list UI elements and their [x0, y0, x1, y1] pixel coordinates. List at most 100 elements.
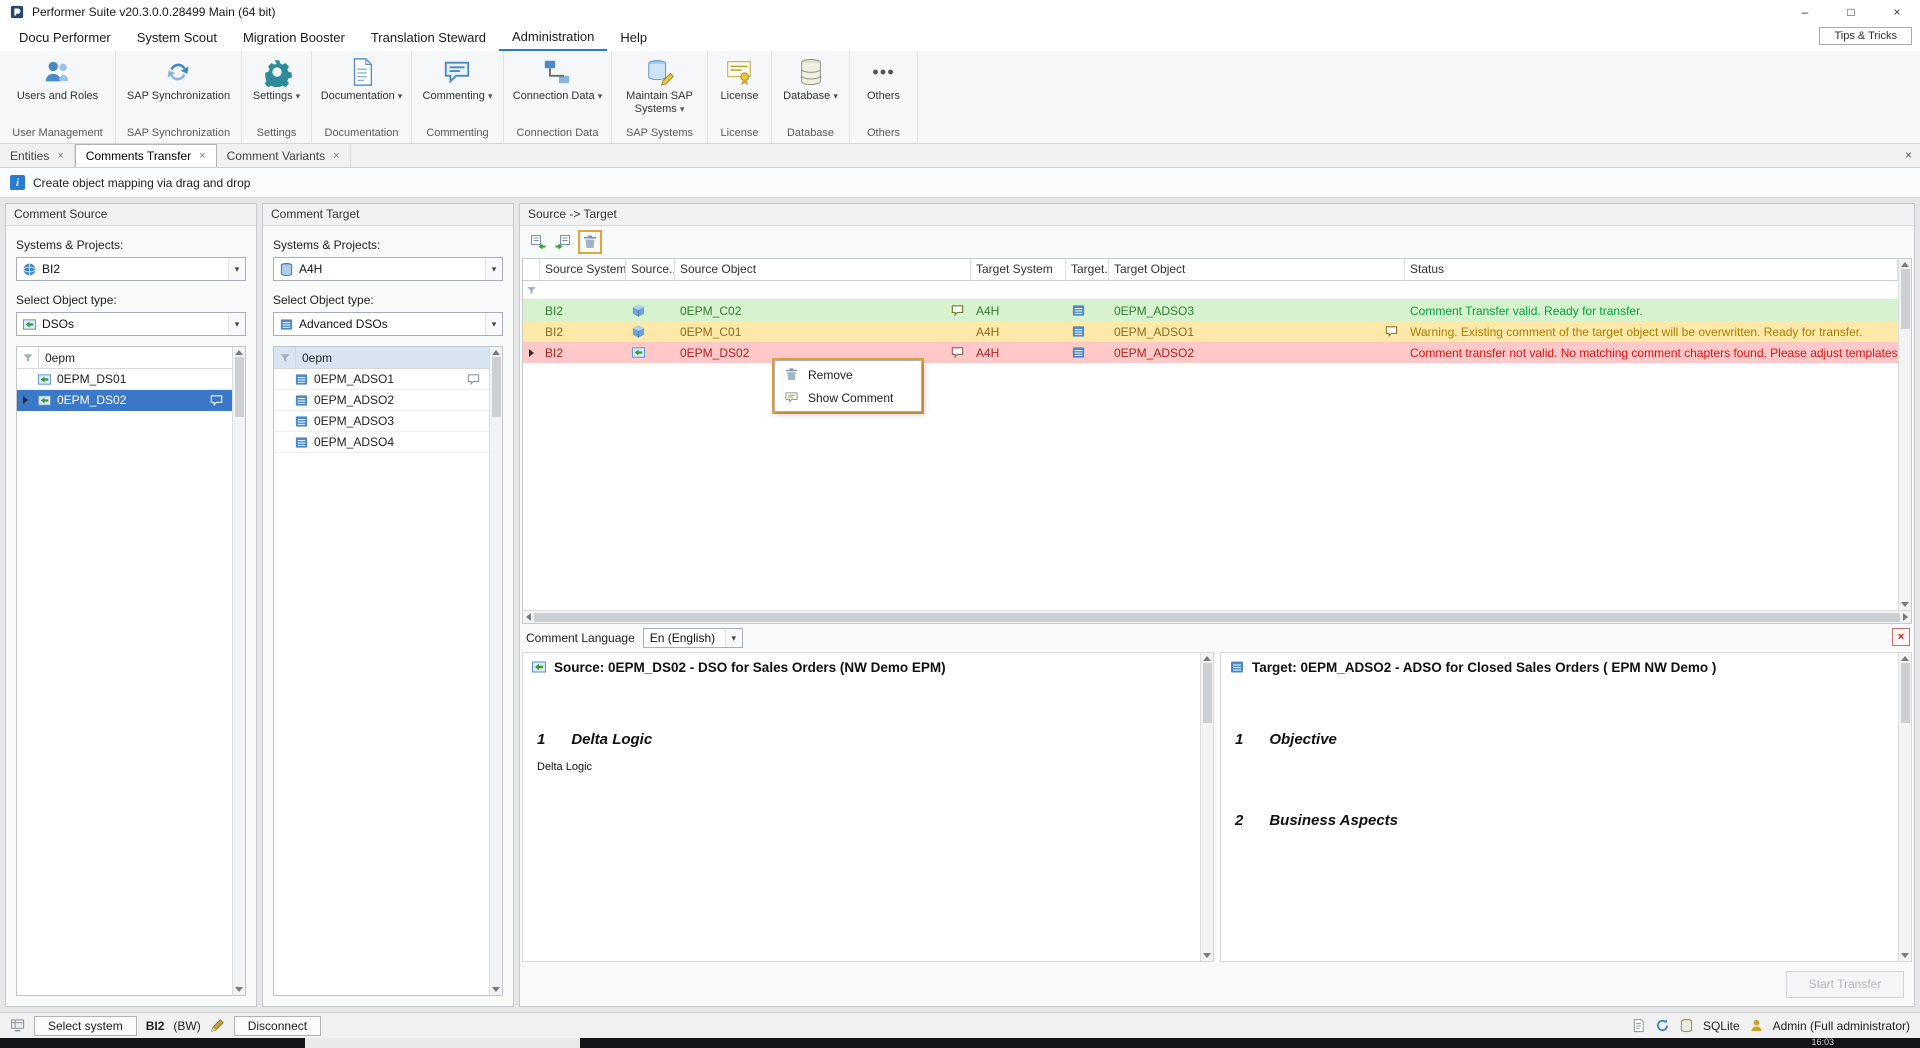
expander-icon[interactable]	[23, 396, 28, 404]
mapping-row-invalid[interactable]: BI2 0EPM_DS02 A4H 0EPM_ADSO2 Comment tra…	[523, 342, 1898, 363]
dropdown-chevron-icon[interactable]: ▾	[228, 258, 245, 280]
database-button[interactable]: Database ▾	[780, 55, 841, 105]
header-indicator-cell	[523, 259, 540, 281]
target-object-type-dropdown[interactable]: Advanced DSOs ▾	[273, 312, 503, 336]
dropdown-chevron-icon[interactable]: ▾	[725, 629, 742, 647]
list-item-selected[interactable]: 0EPM_DS02	[17, 390, 232, 411]
start-transfer-button[interactable]: Start Transfer	[1786, 971, 1904, 998]
target-object-type-value: Advanced DSOs	[299, 317, 480, 331]
column-target-object[interactable]: Target Object	[1109, 259, 1405, 281]
taskbar-app-segment[interactable]	[305, 1038, 580, 1048]
context-menu-item-remove[interactable]: Remove	[777, 363, 919, 386]
target-object-cell: 0EPM_ADSO3	[1109, 300, 1405, 321]
menu-item-system-scout[interactable]: System Scout	[124, 24, 230, 51]
list-item[interactable]: 0EPM_ADSO1	[274, 369, 489, 390]
horizontal-scrollbar[interactable]	[523, 610, 1911, 623]
menu-item-docu-performer[interactable]: Docu Performer	[6, 24, 124, 51]
comment-language-dropdown[interactable]: En (English) ▾	[643, 628, 743, 648]
dropdown-chevron-icon[interactable]: ▾	[485, 313, 502, 335]
column-status[interactable]: Status	[1405, 259, 1898, 281]
comment-preview-section: Comment Language En (English) ▾ × Source…	[520, 624, 1914, 962]
dso-icon	[631, 345, 646, 360]
pencil-icon	[210, 1018, 225, 1033]
target-filter-row[interactable]: 0epm	[274, 347, 489, 369]
close-comment-preview-button[interactable]: ×	[1892, 628, 1910, 646]
dropdown-chevron-icon[interactable]: ▾	[485, 258, 502, 280]
settings-button[interactable]: Settings ▾	[250, 55, 303, 105]
ribbon-group-label: License	[708, 126, 771, 143]
maintain-sap-systems-button[interactable]: Maintain SAP Systems ▾	[612, 55, 707, 118]
column-source-system[interactable]: Source System	[540, 259, 626, 281]
windows-taskbar[interactable]: 16:03	[0, 1038, 1920, 1048]
dropdown-chevron-icon[interactable]: ▾	[228, 313, 245, 335]
minimize-button[interactable]: –	[1782, 0, 1828, 24]
list-item[interactable]: 0EPM_ADSO4	[274, 432, 489, 453]
select-system-button[interactable]: Select system	[34, 1016, 137, 1036]
column-source-object[interactable]: Source Object	[675, 259, 971, 281]
mapping-table: Source System Source... Source Object Ta…	[522, 258, 1912, 624]
vertical-scrollbar[interactable]	[232, 347, 245, 995]
tab-close-icon[interactable]: ×	[333, 150, 339, 162]
close-button[interactable]: ×	[1874, 0, 1920, 24]
list-item[interactable]: 0EPM_ADSO2	[274, 390, 489, 411]
tab-entities[interactable]: Entities×	[0, 144, 75, 167]
source-object-type-dropdown[interactable]: DSOs ▾	[16, 312, 246, 336]
column-target-type[interactable]: Target...	[1066, 259, 1109, 281]
tips-and-tricks-button[interactable]: Tips & Tricks	[1819, 27, 1912, 45]
source-system-dropdown[interactable]: BI2 ▾	[16, 257, 246, 281]
status-cell: Comment Transfer valid. Ready for transf…	[1405, 300, 1898, 321]
export-mapping-button[interactable]	[528, 232, 548, 252]
tab-comment-variants[interactable]: Comment Variants×	[217, 144, 351, 167]
source-filter-row[interactable]: 0epm	[17, 347, 232, 369]
heading-number: 1	[537, 727, 545, 752]
object-type-label: Select Object type:	[16, 293, 246, 307]
tab-comments-transfer[interactable]: Comments Transfer×	[75, 144, 217, 167]
tab-close-icon[interactable]: ×	[199, 150, 205, 162]
panel-title: Comment Target	[263, 204, 513, 226]
title-bar: Performer Suite v20.3.0.0.28499 Main (64…	[0, 0, 1920, 24]
target-system-dropdown[interactable]: A4H ▾	[273, 257, 503, 281]
report-page-icon[interactable]	[1631, 1018, 1646, 1033]
menu-item-help[interactable]: Help	[607, 24, 660, 51]
sap-synchronization-button[interactable]: SAP Synchronization	[124, 55, 233, 105]
others-button[interactable]: Others	[864, 55, 903, 105]
system-sphere-icon	[22, 262, 37, 277]
mapping-row-warning[interactable]: BI2 0EPM_C01 A4H 0EPM_ADSO1 Warning. Exi…	[523, 321, 1898, 342]
vertical-scrollbar[interactable]	[1200, 653, 1213, 961]
menu-item-translation-steward[interactable]: Translation Steward	[358, 24, 499, 51]
mapping-filter-row[interactable]	[523, 281, 1898, 300]
panel-title: Comment Source	[6, 204, 256, 226]
context-menu: Remove Show Comment	[774, 360, 922, 412]
menu-item-administration[interactable]: Administration	[499, 24, 607, 51]
column-source-type[interactable]: Source...	[626, 259, 675, 281]
vertical-scrollbar[interactable]	[1898, 653, 1911, 961]
tabbar-close-icon[interactable]: ×	[1905, 148, 1912, 162]
tab-close-icon[interactable]: ×	[57, 150, 63, 162]
maximize-button[interactable]: □	[1828, 0, 1874, 24]
refresh-icon[interactable]	[1655, 1018, 1670, 1033]
import-grid-icon	[555, 234, 571, 250]
import-mapping-button[interactable]	[553, 232, 573, 252]
connection-data-button[interactable]: Connection Data ▾	[510, 55, 606, 105]
ribbon-button-label: License	[721, 90, 759, 102]
ribbon-button-label: Settings	[253, 90, 293, 102]
column-target-system[interactable]: Target System	[971, 259, 1066, 281]
list-item[interactable]: 0EPM_DS01	[17, 369, 232, 390]
list-item[interactable]: 0EPM_ADSO3	[274, 411, 489, 432]
context-menu-item-show-comment[interactable]: Show Comment	[777, 386, 919, 409]
object-type-label: Select Object type:	[273, 293, 503, 307]
users-and-roles-button[interactable]: Users and Roles	[14, 55, 101, 105]
disconnect-button[interactable]: Disconnect	[234, 1016, 321, 1036]
info-bar: i Create object mapping via drag and dro…	[0, 168, 1920, 198]
vertical-scrollbar[interactable]	[489, 347, 502, 995]
remove-mapping-button[interactable]	[578, 230, 602, 254]
connected-system-name: BI2	[146, 1019, 165, 1033]
documentation-button[interactable]: Documentation ▾	[318, 55, 406, 105]
menu-item-migration-booster[interactable]: Migration Booster	[230, 24, 358, 51]
source-filter-value: 0epm	[39, 351, 75, 365]
license-button[interactable]: License	[718, 55, 762, 105]
commenting-button[interactable]: Commenting ▾	[420, 55, 496, 105]
heading-text: Delta Logic	[571, 727, 652, 752]
mapping-row-valid[interactable]: BI2 0EPM_C02 A4H 0EPM_ADSO3 Comment Tran…	[523, 300, 1898, 321]
vertical-scrollbar[interactable]	[1898, 259, 1911, 610]
